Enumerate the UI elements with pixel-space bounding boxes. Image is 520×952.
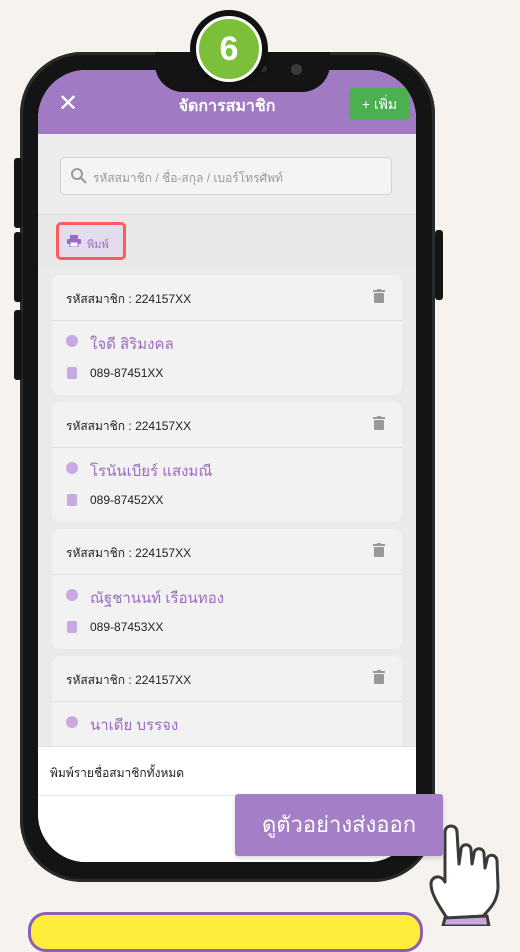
phone-side-button bbox=[14, 232, 22, 302]
add-member-button[interactable]: + เพิ่ม bbox=[349, 88, 410, 120]
step-badge: 6 bbox=[190, 10, 268, 88]
phone-icon bbox=[67, 367, 77, 379]
printer-icon bbox=[67, 235, 81, 247]
member-phone: 089-87452XX bbox=[90, 493, 164, 507]
print-button[interactable]: พิมพ์ bbox=[56, 222, 126, 260]
search-icon bbox=[71, 168, 87, 184]
print-all-label: พิมพ์รายชื่อสมาชิกทั้งหมด bbox=[50, 766, 185, 780]
member-phone: 089-87453XX bbox=[90, 620, 164, 634]
trash-icon[interactable] bbox=[373, 543, 385, 557]
member-phone: 089-87451XX bbox=[90, 366, 164, 380]
preview-export-button[interactable]: ดูตัวอย่างส่งออก bbox=[235, 794, 443, 856]
user-icon bbox=[66, 462, 78, 474]
trash-icon[interactable] bbox=[373, 289, 385, 303]
phone-side-button bbox=[435, 230, 443, 300]
member-code: รหัสสมาชิก : 224157XX bbox=[66, 673, 192, 687]
user-icon bbox=[66, 335, 78, 347]
member-card[interactable]: รหัสสมาชิก : 224157XX ใจดี สิริมงคล 089-… bbox=[52, 275, 402, 395]
step-number: 6 bbox=[196, 16, 262, 82]
member-code-row: รหัสสมาชิก : 224157XX bbox=[52, 275, 402, 321]
member-code: รหัสสมาชิก : 224157XX bbox=[66, 292, 192, 306]
print-all-option[interactable]: พิมพ์รายชื่อสมาชิกทั้งหมด bbox=[38, 747, 416, 796]
phone-side-button bbox=[14, 158, 22, 228]
member-name: นาเดีย บรรจง bbox=[90, 717, 179, 734]
search-input[interactable]: รหัสสมาชิก / ชื่อ-สกุล / เบอร์โทรศัพท์ bbox=[60, 157, 392, 195]
member-card[interactable]: รหัสสมาชิก : 224157XX ณัฐชานนท์ เรือนทอง… bbox=[52, 529, 402, 649]
instruction-note bbox=[28, 912, 423, 952]
member-code-row: รหัสสมาชิก : 224157XX bbox=[52, 529, 402, 575]
trash-icon[interactable] bbox=[373, 670, 385, 684]
camera bbox=[291, 64, 302, 75]
pointer-hand-icon bbox=[429, 824, 500, 926]
user-icon bbox=[66, 716, 78, 728]
phone-icon bbox=[67, 494, 77, 506]
print-toolbar: พิมพ์ bbox=[38, 215, 416, 269]
member-code-row: รหัสสมาชิก : 224157XX bbox=[52, 656, 402, 702]
member-code-row: รหัสสมาชิก : 224157XX bbox=[52, 402, 402, 448]
search-area: รหัสสมาชิก / ชื่อ-สกุล / เบอร์โทรศัพท์ bbox=[38, 134, 416, 215]
member-name: ณัฐชานนท์ เรือนทอง bbox=[90, 590, 225, 607]
phone-icon bbox=[67, 621, 77, 633]
print-label: พิมพ์ bbox=[87, 239, 109, 251]
app-screen: ✕ จัดการสมาชิก + เพิ่ม รหัสสมาชิก / ชื่อ… bbox=[38, 70, 416, 862]
member-name: ใจดี สิริมงคล bbox=[90, 336, 174, 353]
trash-icon[interactable] bbox=[373, 416, 385, 430]
member-code: รหัสสมาชิก : 224157XX bbox=[66, 546, 192, 560]
member-name: โรนันเบียร์ แสงมณี bbox=[90, 463, 213, 480]
member-card[interactable]: รหัสสมาชิก : 224157XX โรนันเบียร์ แสงมณี… bbox=[52, 402, 402, 522]
member-code: รหัสสมาชิก : 224157XX bbox=[66, 419, 192, 433]
user-icon bbox=[66, 589, 78, 601]
search-placeholder: รหัสสมาชิก / ชื่อ-สกุล / เบอร์โทรศัพท์ bbox=[93, 171, 283, 185]
phone-side-button bbox=[14, 310, 22, 380]
